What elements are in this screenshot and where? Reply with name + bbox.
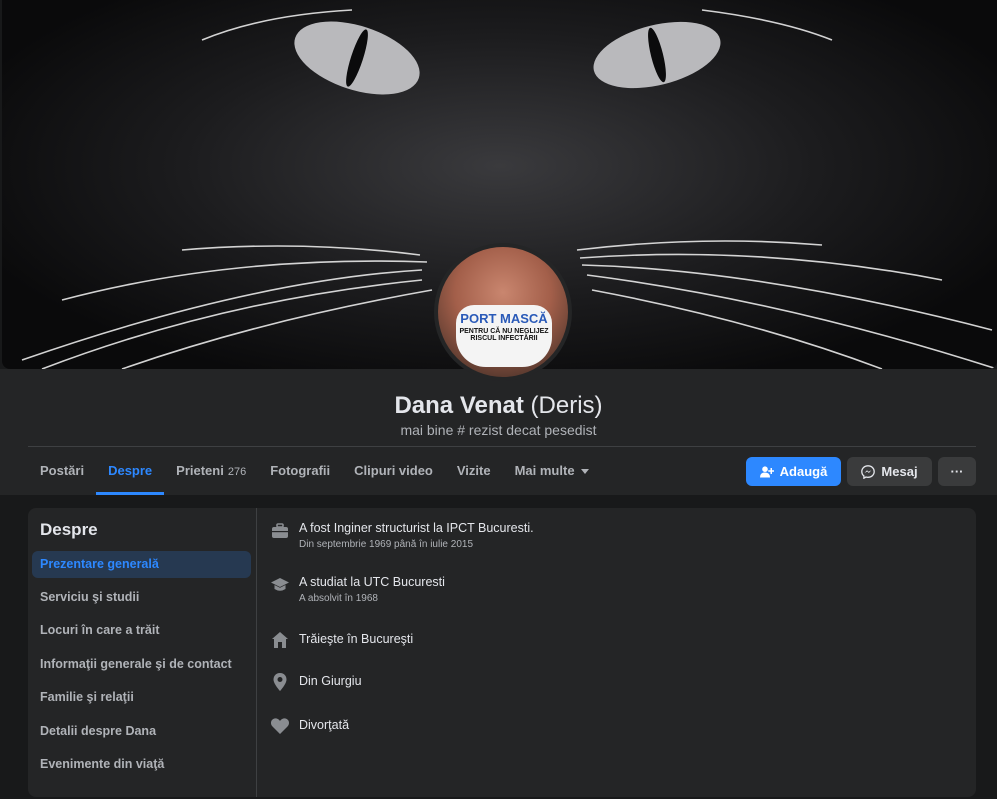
work-text[interactable]: A fost Inginer structurist la IPCT Bucur… — [299, 521, 534, 535]
relationship-text: Divorţată — [299, 718, 350, 732]
about-menu-life-events[interactable]: Evenimente din viaţă — [32, 751, 251, 778]
mask-line3: RISCUL INFECTĂRII — [470, 335, 538, 342]
tab-more[interactable]: Mai multe — [503, 447, 601, 495]
education-dates: A absolvit în 1968 — [299, 593, 378, 604]
about-item-education: A studiat la UTC Bucuresti A absolvit în… — [270, 575, 445, 604]
residence-text[interactable]: Trăieşte în Bucureşti — [299, 632, 413, 646]
briefcase-icon — [270, 521, 290, 541]
about-sidebar: Despre Prezentare generală Serviciu şi s… — [28, 508, 257, 797]
tab-photos-label: Fotografii — [270, 463, 331, 478]
message-button[interactable]: Mesaj — [847, 457, 932, 486]
about-menu-family[interactable]: Familie şi relaţii — [32, 684, 251, 711]
about-section: Despre Prezentare generală Serviciu şi s… — [28, 508, 976, 797]
about-item-residence: Trăieşte în Bucureşti — [270, 630, 413, 650]
heart-icon — [270, 716, 290, 736]
avatar-photo: PORT MASCĂ PENTRU CĂ NU NEGLIJEZ RISCUL … — [438, 247, 568, 377]
home-icon — [270, 630, 290, 650]
more-options-icon: ··· — [950, 464, 964, 479]
about-menu-overview[interactable]: Prezentare generală — [32, 551, 251, 578]
message-label: Mesaj — [881, 464, 918, 479]
chevron-down-icon — [580, 469, 589, 475]
mask-line2: PENTRU CĂ NU NEGLIJEZ — [459, 328, 549, 335]
add-friend-icon — [759, 465, 774, 477]
profile-bio: mai bine # rezist decat pesedist — [400, 422, 597, 438]
tab-about[interactable]: Despre — [96, 447, 165, 495]
about-menu-work-education[interactable]: Serviciu şi studii — [32, 584, 251, 611]
about-item-relationship: Divorţată — [270, 716, 349, 736]
about-menu-places[interactable]: Locuri în care a trăit — [32, 617, 251, 644]
profile-tabs: Postări Despre Prieteni 276 Fotografii Cl… — [28, 447, 601, 495]
location-pin-icon — [270, 672, 290, 692]
avatar-mask: PORT MASCĂ PENTRU CĂ NU NEGLIJEZ RISCUL … — [456, 305, 552, 367]
graduation-cap-icon — [270, 575, 290, 595]
hometown-text[interactable]: Din Giurgiu — [299, 674, 362, 688]
messenger-icon — [861, 464, 876, 479]
about-menu-details[interactable]: Detalii despre Dana — [32, 718, 251, 745]
friends-count: 276 — [227, 466, 247, 478]
profile-alt-name: (Deris) — [530, 392, 603, 419]
about-item-work: A fost Inginer structurist la IPCT Bucur… — [270, 521, 534, 550]
tab-visits[interactable]: Vizite — [445, 447, 503, 495]
tab-about-label: Despre — [108, 463, 153, 478]
about-title: Despre — [40, 520, 98, 539]
tab-more-label: Mai multe — [514, 463, 575, 478]
profile-name: Dana Venat (Deris) — [0, 392, 997, 420]
tab-visits-label: Vizite — [456, 463, 491, 478]
more-options-button[interactable]: ··· — [938, 457, 976, 486]
tab-videos-label: Clipuri video — [354, 463, 433, 478]
mask-line1: PORT MASCĂ — [460, 311, 548, 326]
tab-friends-label: Prieteni — [176, 463, 224, 478]
tab-friends[interactable]: Prieteni 276 — [164, 447, 258, 495]
tab-posts[interactable]: Postări — [28, 447, 96, 495]
tab-videos[interactable]: Clipuri video — [342, 447, 445, 495]
add-friend-label: Adaugă — [779, 464, 828, 479]
about-item-hometown: Din Giurgiu — [270, 672, 362, 692]
add-friend-button[interactable]: Adaugă — [746, 457, 841, 486]
tab-photos[interactable]: Fotografii — [258, 447, 342, 495]
about-menu-contact-info[interactable]: Informaţii generale şi de contact — [32, 651, 251, 678]
education-text[interactable]: A studiat la UTC Bucuresti — [299, 575, 445, 589]
work-dates: Din septembrie 1969 până în iulie 2015 — [299, 539, 474, 550]
tab-posts-label: Postări — [40, 463, 85, 478]
profile-avatar[interactable]: PORT MASCĂ PENTRU CĂ NU NEGLIJEZ RISCUL … — [434, 243, 572, 381]
profile-name-text: Dana Venat — [394, 392, 524, 419]
